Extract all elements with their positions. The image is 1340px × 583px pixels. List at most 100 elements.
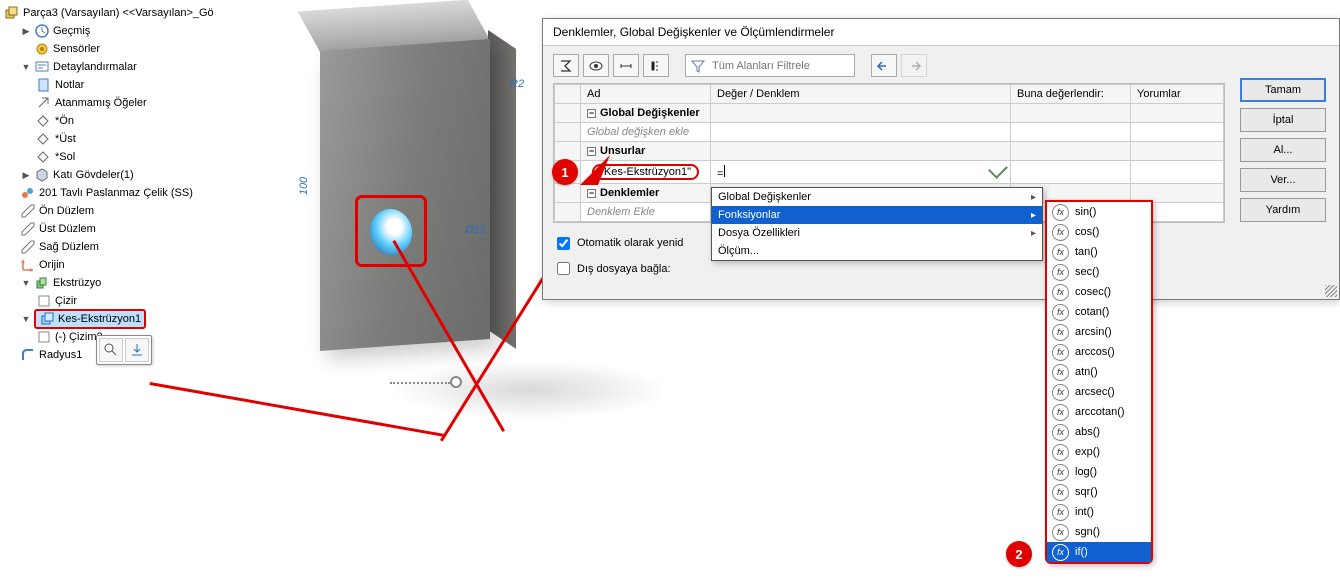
tree-origin[interactable]: Orijin <box>0 256 240 274</box>
fn-item-int[interactable]: fxint() <box>1047 502 1151 522</box>
view-sigma-button[interactable] <box>553 54 579 77</box>
fn-item-cosec[interactable]: fxcosec() <box>1047 282 1151 302</box>
chevron-right-icon: ▸ <box>1031 192 1036 203</box>
filter-input[interactable] <box>685 54 855 77</box>
tree-cut-extrude[interactable]: ▼ Kes-Ekstrüzyon1 <box>0 310 240 328</box>
add-global-hint[interactable]: Global değişken ekle <box>581 123 711 142</box>
auto-rebuild-checkbox[interactable]: Otomatik olarak yenid <box>553 234 683 253</box>
fx-icon: fx <box>1052 464 1069 481</box>
popup-item-globals[interactable]: Global Değişkenler▸ <box>712 188 1042 206</box>
dim-radius[interactable]: R2 <box>510 78 524 90</box>
fx-icon: fx <box>1052 404 1069 421</box>
resize-grip[interactable] <box>1325 285 1337 297</box>
fn-item-exp[interactable]: fxexp() <box>1047 442 1151 462</box>
tree-unassigned[interactable]: Atanmamış Öğeler <box>0 94 240 112</box>
tree-plane-right[interactable]: Sağ Düzlem <box>0 238 240 256</box>
tree-root[interactable]: Parça3 (Varsayılan) <<Varsayılan>_Gö <box>0 4 240 22</box>
tree-sensors[interactable]: Sensörler <box>0 40 240 58</box>
import-button[interactable]: Al... <box>1240 138 1326 162</box>
view-eye-button[interactable] <box>583 54 609 77</box>
fn-item-sqr[interactable]: fxsqr() <box>1047 482 1151 502</box>
fn-item-arccos[interactable]: fxarccos() <box>1047 342 1151 362</box>
tree-solidbodies[interactable]: ▶Katı Gövdeler(1) <box>0 166 240 184</box>
rollback-handle[interactable] <box>450 376 462 388</box>
tree-material[interactable]: 201 Tavlı Paslanmaz Çelik (SS) <box>0 184 240 202</box>
view-ordered-button[interactable] <box>643 54 669 77</box>
selected-feature[interactable]: Kes-Ekstrüzyon1 <box>34 309 146 329</box>
annotation-box <box>355 195 427 267</box>
link-external-checkbox[interactable]: Dış dosyaya bağla: <box>553 259 1329 278</box>
col-value[interactable]: Değer / Denklem <box>711 85 1011 104</box>
feature-equation-cell[interactable]: = <box>711 161 1011 184</box>
fn-item-sgn[interactable]: fxsgn() <box>1047 522 1151 542</box>
fn-item-tan[interactable]: fxtan() <box>1047 242 1151 262</box>
functions-popup[interactable]: fxsin()fxcos()fxtan()fxsec()fxcosec()fxc… <box>1045 200 1153 564</box>
expander-icon[interactable]: ▶ <box>20 25 32 37</box>
filter-field[interactable] <box>710 59 840 73</box>
dim-diameter[interactable]: Ø15 <box>465 224 486 236</box>
section-globals[interactable]: −Global Değişkenler <box>581 104 711 123</box>
expander-icon[interactable]: ▼ <box>20 313 32 325</box>
history-icon <box>34 23 50 39</box>
callout-marker-1: 1 <box>552 159 578 185</box>
fn-item-cotan[interactable]: fxcotan() <box>1047 302 1151 322</box>
category-popup[interactable]: Global Değişkenler▸ Fonksiyonlar▸ Dosya … <box>711 187 1043 261</box>
fx-icon: fx <box>1052 244 1069 261</box>
redo-button[interactable] <box>901 54 927 77</box>
tree-extrude[interactable]: ▼Ekstrüzyo <box>0 274 240 292</box>
fn-item-log[interactable]: fxlog() <box>1047 462 1151 482</box>
undo-button[interactable] <box>871 54 897 77</box>
expander-icon[interactable]: ▶ <box>20 169 32 181</box>
export-button[interactable]: Ver... <box>1240 168 1326 192</box>
tree-notes[interactable]: Notlar <box>0 76 240 94</box>
fn-item-arccotan[interactable]: fxarccotan() <box>1047 402 1151 422</box>
tree-view-front[interactable]: *Ön <box>0 112 240 130</box>
fx-icon: fx <box>1052 544 1069 561</box>
fn-item-cos[interactable]: fxcos() <box>1047 222 1151 242</box>
tree-view-left[interactable]: *Sol <box>0 148 240 166</box>
dim-height[interactable]: 100 <box>298 177 310 195</box>
unassigned-icon <box>36 95 52 111</box>
rollback-bar[interactable] <box>390 382 450 384</box>
ok-button[interactable]: Tamam <box>1240 78 1326 102</box>
material-icon <box>20 185 36 201</box>
col-eval[interactable]: Buna değerlendir: <box>1011 85 1131 104</box>
popup-item-fileprops[interactable]: Dosya Özellikleri▸ <box>712 224 1042 242</box>
add-equation-hint[interactable]: Denklem Ekle <box>581 203 711 222</box>
fn-item-arcsec[interactable]: fxarcsec() <box>1047 382 1151 402</box>
view-icon <box>36 149 52 165</box>
feature-tree[interactable]: Parça3 (Varsayılan) <<Varsayılan>_Gö ▶Ge… <box>0 0 240 583</box>
tree-history[interactable]: ▶Geçmiş <box>0 22 240 40</box>
expander-icon[interactable]: ▼ <box>20 61 32 73</box>
tree-annotations[interactable]: ▼Detaylandırmalar <box>0 58 240 76</box>
shadow <box>390 360 670 420</box>
fn-item-sin[interactable]: fxsin() <box>1047 202 1151 222</box>
help-button[interactable]: Yardım <box>1240 198 1326 222</box>
tree-sketch1[interactable]: Çizir <box>0 292 240 310</box>
cancel-button[interactable]: İptal <box>1240 108 1326 132</box>
fx-icon: fx <box>1052 224 1069 241</box>
col-name[interactable]: Ad <box>581 85 711 104</box>
fn-item-sec[interactable]: fxsec() <box>1047 262 1151 282</box>
tree-plane-front[interactable]: Ön Düzlem <box>0 202 240 220</box>
context-toolbar[interactable] <box>96 335 152 365</box>
callout-marker-2: 2 <box>1006 541 1032 567</box>
popup-item-functions[interactable]: Fonksiyonlar▸ <box>712 206 1042 224</box>
view-dim-button[interactable] <box>613 54 639 77</box>
fn-item-abs[interactable]: fxabs() <box>1047 422 1151 442</box>
collapse-icon[interactable]: − <box>587 109 596 118</box>
popup-item-measure[interactable]: Ölçüm... <box>712 242 1042 260</box>
fn-item-if[interactable]: fxif() <box>1047 542 1151 562</box>
col-comment[interactable]: Yorumlar <box>1131 85 1224 104</box>
fn-item-arcsin[interactable]: fxarcsin() <box>1047 322 1151 342</box>
tree-plane-top[interactable]: Üst Düzlem <box>0 220 240 238</box>
collapse-icon[interactable]: − <box>587 189 596 198</box>
section-equations[interactable]: −Denklemler <box>581 184 711 203</box>
plane-icon <box>20 203 36 219</box>
tree-view-top[interactable]: *Üst <box>0 130 240 148</box>
fn-item-atn[interactable]: fxatn() <box>1047 362 1151 382</box>
normal-to-button[interactable] <box>125 338 149 362</box>
expander-icon[interactable]: ▼ <box>20 277 32 289</box>
solid-icon <box>34 167 50 183</box>
zoom-fit-button[interactable] <box>99 338 123 362</box>
